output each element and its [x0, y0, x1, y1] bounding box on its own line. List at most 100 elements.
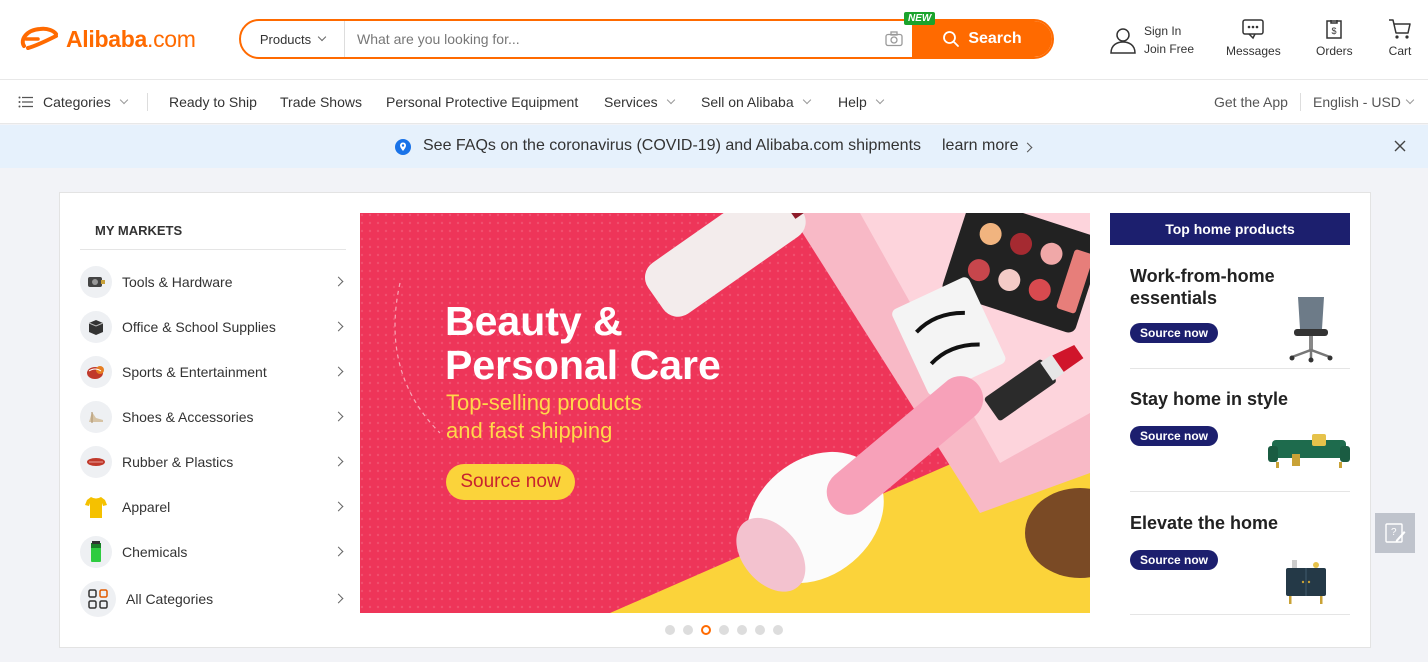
cabinet-image	[1286, 560, 1326, 604]
covid-notice-text: See FAQs on the coronavirus (COVID-19) a…	[423, 137, 922, 154]
nav-divider	[1300, 93, 1301, 111]
product-card-title: Work-from-home essentials	[1130, 266, 1275, 308]
svg-text:$: $	[1332, 26, 1337, 36]
carousel-dot[interactable]	[773, 625, 783, 635]
account-menu[interactable]: Sign In Join Free	[1108, 22, 1194, 58]
cart-label: Cart	[1388, 44, 1412, 58]
language-currency-selector[interactable]: English - USD	[1313, 94, 1415, 110]
logo-wordmark: Alibaba.com	[66, 25, 196, 52]
close-icon[interactable]	[1394, 140, 1406, 152]
hero-banner[interactable]: Beauty & Personal Care Top-selling produ…	[360, 213, 1090, 613]
source-now-button[interactable]: Source now	[1130, 550, 1219, 570]
top-home-products-header: Top home products	[1110, 213, 1350, 245]
carousel-dots	[665, 625, 783, 635]
source-now-button[interactable]: Source now	[1130, 323, 1219, 343]
nav-services[interactable]: Services	[604, 94, 675, 110]
carousel-dot[interactable]	[755, 625, 765, 635]
market-item-label: Apparel	[122, 499, 171, 515]
chevron-right-icon	[333, 411, 344, 422]
main-nav: Categories Ready to Ship Trade Shows Per…	[0, 80, 1428, 124]
product-card-stay-home[interactable]: Stay home in style Source now	[1130, 388, 1350, 492]
location-pin-icon	[395, 139, 411, 155]
chevron-down-icon	[119, 95, 128, 105]
new-badge: NEW	[904, 12, 936, 25]
banner-subtitle: Top-selling products and fast shipping	[446, 390, 642, 443]
office-supplies-icon	[80, 311, 112, 343]
market-item-label: Tools & Hardware	[122, 274, 233, 290]
market-item-shoes[interactable]: Shoes & Accessories	[80, 399, 346, 435]
chevron-right-icon	[333, 456, 344, 467]
source-now-button[interactable]: Source now	[1130, 426, 1219, 446]
tools-icon	[80, 266, 112, 298]
market-item-office-school[interactable]: Office & School Supplies	[80, 309, 346, 345]
banner-source-now-button[interactable]: Source now	[446, 464, 575, 500]
camera-search-icon[interactable]	[876, 21, 912, 57]
svg-text:?: ?	[1391, 527, 1397, 538]
nav-categories[interactable]: Categories	[18, 94, 128, 110]
chevron-right-icon	[333, 276, 344, 287]
search-button-label: Search	[968, 30, 1022, 47]
carousel-dot[interactable]	[683, 625, 693, 635]
nav-trade-shows[interactable]: Trade Shows	[280, 94, 362, 110]
nav-sell-on-alibaba[interactable]: Sell on Alibaba	[701, 94, 811, 110]
chevron-down-icon	[1405, 95, 1415, 105]
search-category-label: Products	[259, 31, 312, 47]
apparel-icon	[80, 491, 112, 523]
messages-button[interactable]: Messages	[1226, 18, 1281, 58]
search-category-dropdown[interactable]: Products	[241, 21, 345, 57]
search-bar: Products Search	[239, 19, 1054, 59]
market-item-rubber-plastics[interactable]: Rubber & Plastics	[80, 444, 346, 480]
market-item-label: Sports & Entertainment	[122, 364, 267, 380]
product-card-title: Elevate the home	[1130, 513, 1279, 533]
feedback-button[interactable]: ?	[1375, 513, 1415, 553]
carousel-dot-active[interactable]	[701, 625, 711, 635]
carousel-dot[interactable]	[719, 625, 729, 635]
divider	[80, 249, 346, 250]
chevron-right-icon	[333, 501, 344, 512]
carousel-dot[interactable]	[665, 625, 675, 635]
top-header: Alibaba.com Products Search NEW Sign In …	[0, 0, 1428, 80]
carousel-dot[interactable]	[737, 625, 747, 635]
sign-in-link[interactable]: Sign In	[1144, 22, 1194, 40]
office-chair-image	[1289, 297, 1333, 363]
nav-ready-to-ship[interactable]: Ready to Ship	[169, 94, 257, 110]
chevron-right-icon	[333, 593, 344, 604]
user-icon	[1110, 28, 1136, 54]
search-icon	[943, 31, 960, 47]
nav-categories-label: Categories	[43, 94, 111, 110]
menu-list-icon	[18, 96, 33, 108]
market-item-all-categories[interactable]: All Categories	[80, 581, 346, 617]
messages-label: Messages	[1226, 44, 1281, 58]
search-button[interactable]: Search	[912, 21, 1052, 57]
market-item-sports[interactable]: Sports & Entertainment	[80, 354, 346, 390]
cart-button[interactable]: Cart	[1388, 18, 1412, 58]
nav-help[interactable]: Help	[838, 94, 885, 110]
orders-button[interactable]: $ Orders	[1316, 18, 1353, 58]
main-panel: MY MARKETS Tools & Hardware Office & Sch…	[59, 192, 1371, 648]
market-item-apparel[interactable]: Apparel	[80, 489, 346, 525]
product-card-elevate-home[interactable]: Elevate the home Source now	[1130, 512, 1350, 615]
market-item-label: Rubber & Plastics	[122, 454, 234, 470]
banner-title: Beauty & Personal Care	[445, 298, 721, 388]
product-card-title: Stay home in style	[1130, 389, 1289, 409]
market-item-tools-hardware[interactable]: Tools & Hardware	[80, 264, 346, 300]
join-free-link[interactable]: Join Free	[1144, 40, 1194, 58]
product-card-work-from-home[interactable]: Work-from-home essentials Source now	[1130, 265, 1350, 369]
chevron-right-icon	[1022, 142, 1033, 153]
sports-icon	[80, 356, 112, 388]
market-item-label: Chemicals	[122, 544, 188, 560]
my-markets-title: MY MARKETS	[95, 223, 183, 238]
search-input[interactable]	[345, 21, 876, 57]
nav-get-app[interactable]: Get the App	[1214, 94, 1288, 110]
learn-more-link[interactable]: learn more	[942, 137, 1018, 155]
covid-notice-bar: See FAQs on the coronavirus (COVID-19) a…	[0, 125, 1428, 168]
nav-divider	[147, 93, 148, 111]
alibaba-logo[interactable]: Alibaba.com	[18, 24, 196, 54]
shoe-icon	[80, 401, 112, 433]
chevron-down-icon	[317, 32, 327, 42]
rubber-icon	[80, 446, 112, 478]
nav-ppe[interactable]: Personal Protective Equipment	[386, 94, 578, 110]
messages-icon	[1242, 19, 1265, 40]
market-item-label: All Categories	[126, 591, 214, 607]
market-item-chemicals[interactable]: Chemicals	[80, 534, 346, 570]
